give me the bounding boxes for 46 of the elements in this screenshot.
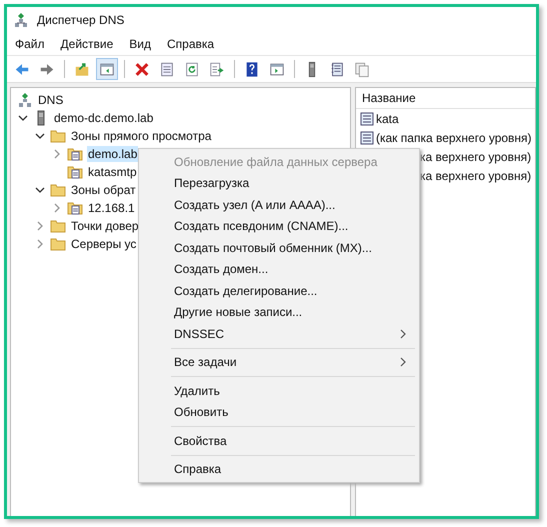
context-menu-item[interactable]: Создать узел (A или AAAA)... — [141, 194, 417, 216]
context-menu-item[interactable]: Обновить — [141, 402, 417, 423]
tree-item[interactable]: katasmtp — [87, 164, 138, 180]
zone-file-icon — [67, 146, 83, 162]
tree-item[interactable]: Точки довер — [70, 218, 140, 234]
menu-item[interactable]: Вид — [129, 36, 151, 50]
pane-toggle-icon[interactable] — [96, 58, 118, 80]
context-menu-item[interactable]: Все задачи — [141, 352, 417, 373]
folder-icon — [50, 218, 66, 234]
record-icon — [360, 130, 374, 144]
zone-file-icon — [67, 164, 83, 180]
tree-item[interactable]: demo-dc.demo.lab — [53, 110, 154, 126]
context-menu-item[interactable]: Создать делегирование... — [141, 280, 417, 302]
folder-icon — [50, 128, 66, 144]
context-menu-item[interactable]: Свойства — [141, 430, 417, 452]
menu-item[interactable]: Файл — [15, 36, 45, 50]
tree-item[interactable]: demo.lab — [87, 146, 138, 162]
record-name[interactable]: (как папка верхнего уровня) — [376, 130, 532, 144]
tree-item[interactable]: Зоны обрат — [70, 182, 137, 198]
context-menu-item[interactable]: Создать псевдоним (CNAME)... — [141, 216, 417, 237]
record-name[interactable]: ка верхнего уровня) — [420, 168, 532, 182]
context-menu-item[interactable]: Другие новые записи... — [141, 302, 417, 323]
zone-file-icon — [67, 200, 83, 216]
context-menu-item[interactable]: Создать почтовый обменник (MX)... — [141, 237, 417, 258]
context-menu-item[interactable]: Перезагрузка — [141, 172, 417, 194]
network-icon — [17, 92, 33, 108]
chevron-icon — [399, 328, 407, 339]
column-header[interactable]: Название — [356, 88, 535, 109]
context-menu-item[interactable]: DNSSEC — [141, 323, 417, 344]
context-menu-item[interactable]: Удалить — [141, 380, 417, 402]
tree-item[interactable]: 12.168.1 — [87, 200, 136, 216]
tree-item[interactable]: Серверы ус — [70, 236, 138, 252]
network-icon — [13, 12, 29, 28]
tree-item[interactable]: DNS — [37, 92, 64, 108]
chevron-icon — [399, 357, 407, 368]
tree-item[interactable]: Зоны прямого просмотра — [70, 128, 212, 144]
record-name[interactable]: kata — [376, 112, 399, 126]
menu-item[interactable]: Справка — [167, 36, 214, 50]
folder-icon — [50, 182, 66, 198]
context-menu-item[interactable]: Справка — [141, 458, 417, 480]
context-menu-item[interactable]: Создать домен... — [141, 258, 417, 280]
record-icon — [360, 112, 374, 126]
window-title: Диспетчер DNS — [37, 12, 124, 26]
folder-icon — [50, 236, 66, 252]
record-name[interactable]: ка верхнего уровня) — [420, 150, 532, 164]
menu-item[interactable]: Действие — [60, 36, 114, 50]
